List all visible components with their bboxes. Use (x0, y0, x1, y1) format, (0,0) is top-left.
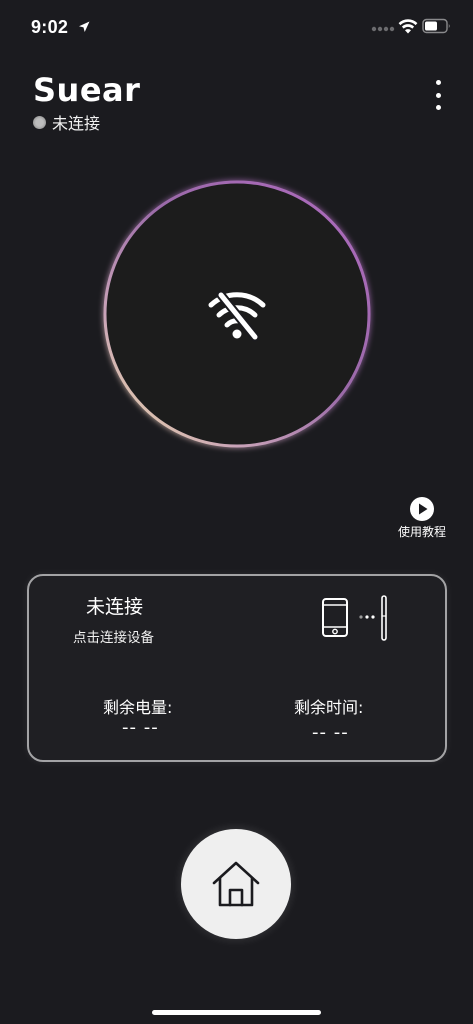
connect-device-prompt[interactable]: 点击连接设备 (73, 626, 154, 646)
wifi-icon (398, 19, 418, 34)
tutorial-button[interactable]: 使用教程 (396, 496, 448, 540)
signal-icon (371, 26, 395, 32)
more-vertical-icon-dot (435, 105, 441, 110)
status-indicator-dot (33, 115, 46, 129)
app-screen: 9:02 Suear 未连接 使用教程 未连接 点击连接设备 剩余电量: -- … (0, 0, 473, 1024)
more-menu-button[interactable] (428, 80, 448, 110)
earpick-device-icon (381, 595, 387, 641)
wifi-off-icon (208, 290, 266, 342)
battery-icon (422, 18, 450, 34)
battery-remaining-label: 剩余电量: (103, 698, 173, 717)
device-card[interactable]: 未连接 点击连接设备 剩余电量: -- -- 剩余时间: -- -- (27, 574, 447, 762)
home-indicator[interactable] (152, 1010, 321, 1015)
battery-remaining-value: -- -- (122, 717, 159, 738)
time-remaining-label: 剩余时间: (294, 698, 364, 717)
more-vertical-icon-dot (435, 92, 441, 98)
home-icon (212, 861, 260, 907)
app-title: Suear (33, 71, 141, 109)
connection-status-label: 未连接 (52, 114, 101, 133)
play-icon (410, 497, 434, 521)
phone-icon (322, 598, 348, 637)
device-card-title: 未连接 (86, 596, 144, 618)
tutorial-label: 使用教程 (397, 525, 446, 539)
connection-status: 未连接 (33, 111, 100, 133)
location-arrow-icon (79, 21, 90, 32)
status-bar: 9:02 (0, 0, 473, 56)
time-remaining-value: -- -- (312, 722, 349, 743)
more-vertical-icon-dot (435, 80, 441, 85)
device-connection-graphic (322, 595, 387, 641)
home-button[interactable] (181, 829, 291, 939)
status-time: 9:02 (31, 17, 69, 37)
